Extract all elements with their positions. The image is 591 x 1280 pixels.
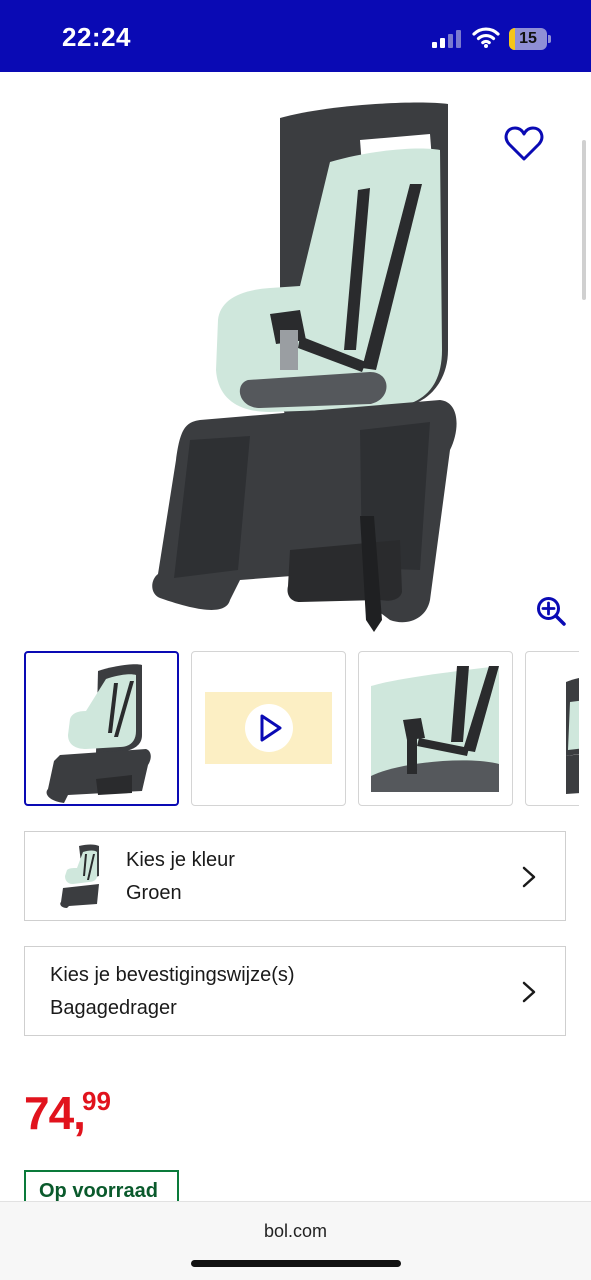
- stock-badge: Op voorraad: [24, 1170, 179, 1202]
- battery-level: 15: [519, 30, 537, 47]
- color-selector-label: Kies je kleur: [126, 849, 235, 871]
- scrolled-content-edge: [24, 66, 424, 74]
- status-bar: 22:24 15: [0, 0, 591, 72]
- price-cents: 99: [82, 1086, 111, 1116]
- gallery-thumb-3[interactable]: [358, 651, 513, 806]
- color-selector[interactable]: Kies je kleur Groen: [24, 831, 566, 921]
- wifi-icon: [472, 27, 500, 48]
- status-time: 22:24: [62, 22, 131, 52]
- video-thumb-image: [205, 692, 332, 764]
- zoom-in-icon[interactable]: [536, 596, 566, 626]
- product-hero[interactable]: [0, 76, 591, 636]
- home-indicator[interactable]: [191, 1260, 401, 1267]
- product-thumb-image: [566, 678, 579, 794]
- signal-icon: [432, 30, 461, 48]
- product-image: [152, 102, 457, 632]
- scrollbar[interactable]: [582, 140, 586, 300]
- mount-selector-label: Kies je bevestigingswijze(s): [50, 964, 295, 986]
- color-swatch-image: [60, 844, 99, 908]
- product-thumb-image: [46, 664, 151, 803]
- price-euros: 74: [24, 1087, 74, 1139]
- mount-selector[interactable]: Kies je bevestigingswijze(s) Bagagedrage…: [24, 946, 566, 1036]
- browser-bar: bol.com: [0, 1201, 591, 1280]
- chevron-right-icon: [522, 866, 536, 888]
- heart-icon[interactable]: [504, 126, 544, 162]
- url-bar[interactable]: bol.com: [0, 1221, 591, 1242]
- gallery-thumb-video[interactable]: [191, 651, 346, 806]
- gallery-thumb-1[interactable]: [24, 651, 179, 806]
- battery-icon: 15: [509, 28, 551, 50]
- gallery-thumbnails: [24, 651, 579, 806]
- chevron-right-icon: [522, 981, 536, 1003]
- color-selector-value: Groen: [126, 882, 182, 904]
- gallery-thumb-4[interactable]: [525, 651, 579, 806]
- product-detail-image: [371, 664, 499, 792]
- price: 74, 99: [24, 1086, 111, 1140]
- mount-selector-value: Bagagedrager: [50, 997, 177, 1019]
